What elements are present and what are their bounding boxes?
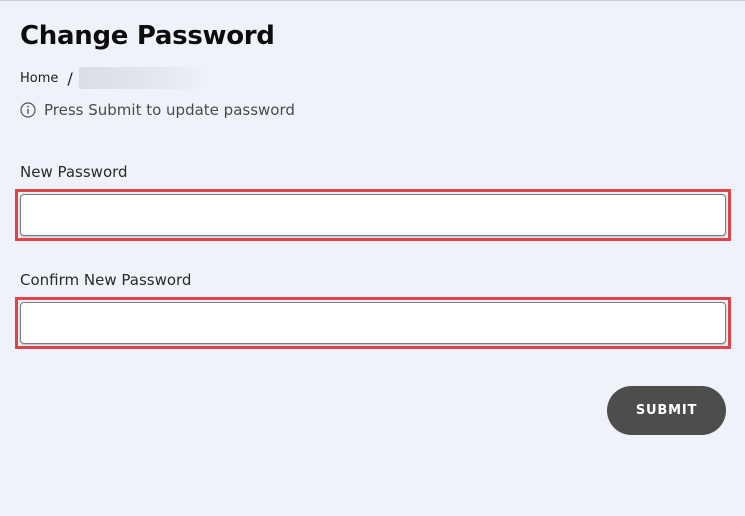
confirm-password-label: Confirm New Password — [20, 271, 192, 289]
info-text: Press Submit to update password — [44, 101, 295, 119]
breadcrumb-separator: / — [67, 68, 73, 88]
info-circle-icon — [20, 102, 36, 118]
breadcrumb-home-link[interactable]: Home — [20, 71, 58, 86]
submit-button[interactable]: SUBMIT — [607, 386, 726, 435]
page-title: Change Password — [20, 21, 275, 51]
change-password-page: Change Password Home / Press Submit to u… — [0, 0, 745, 516]
new-password-highlight — [15, 189, 731, 241]
confirm-password-input[interactable] — [20, 302, 726, 344]
new-password-label: New Password — [20, 163, 128, 181]
breadcrumb-current-placeholder — [78, 67, 207, 89]
new-password-input[interactable] — [20, 194, 726, 236]
info-message: Press Submit to update password — [20, 101, 295, 119]
confirm-password-highlight — [15, 297, 731, 349]
breadcrumb: Home / — [20, 67, 207, 89]
